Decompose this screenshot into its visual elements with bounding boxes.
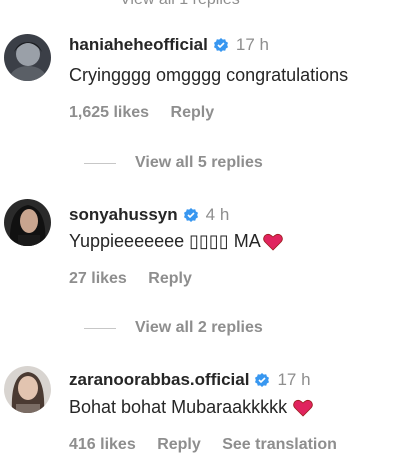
comment-header: sonyahussyn 4 h (69, 205, 229, 225)
comment-text: Bohat bohat Mubaraakkkkk (69, 397, 313, 418)
comment-timestamp: 17 h (277, 370, 311, 389)
avatar[interactable] (4, 199, 51, 246)
comment-text: Cryingggg omgggg congratulations (69, 65, 348, 86)
avatar[interactable] (4, 34, 51, 81)
view-replies-link-partial[interactable]: View all 1 replies (120, 0, 240, 9)
comment-header: zaranoorabbas.official 17 h (69, 370, 311, 390)
comment-text-content: Yuppieeeeeee ▯▯▯▯ MA (69, 231, 261, 251)
comment-header: haniaheheofficial 17 h (69, 35, 269, 55)
comment-text: Yuppieeeeeee ▯▯▯▯ MA (69, 231, 283, 252)
comment-text-content: Bohat bohat Mubaraakkkkk (69, 397, 288, 417)
comment-actions: 416 likes Reply See translation (69, 436, 354, 454)
replies-divider-line (84, 162, 116, 164)
red-heart-icon (262, 233, 283, 251)
username-link[interactable]: zaranoorabbas.official (69, 370, 249, 390)
likes-count[interactable]: 416 likes (69, 436, 136, 453)
comment-timestamp: 4 h (205, 205, 230, 224)
comment-actions: 27 likes Reply (69, 270, 209, 288)
avatar[interactable] (4, 366, 51, 413)
reply-button[interactable]: Reply (157, 436, 201, 453)
likes-count[interactable]: 1,625 likes (69, 104, 149, 121)
comment-actions: 1,625 likes Reply (69, 104, 231, 122)
likes-count[interactable]: 27 likes (69, 270, 127, 287)
comment-text-content: Cryingggg omgggg congratulations (69, 65, 349, 85)
view-replies-label: View all 5 replies (135, 154, 263, 171)
view-replies-button[interactable]: View all 5 replies (84, 154, 263, 172)
view-replies-button[interactable]: View all 2 replies (84, 319, 263, 337)
see-translation-button[interactable]: See translation (222, 436, 337, 453)
red-heart-icon (293, 399, 313, 417)
verified-badge-icon (183, 207, 199, 223)
comment-timestamp: 17 h (235, 35, 269, 54)
view-replies-label: View all 2 replies (135, 319, 263, 336)
username-link[interactable]: sonyahussyn (69, 205, 178, 225)
verified-badge-icon (213, 37, 229, 53)
username-link[interactable]: haniaheheofficial (69, 35, 208, 55)
verified-badge-icon (254, 372, 270, 388)
reply-button[interactable]: Reply (148, 270, 192, 287)
replies-divider-line (84, 327, 116, 329)
reply-button[interactable]: Reply (171, 104, 215, 121)
